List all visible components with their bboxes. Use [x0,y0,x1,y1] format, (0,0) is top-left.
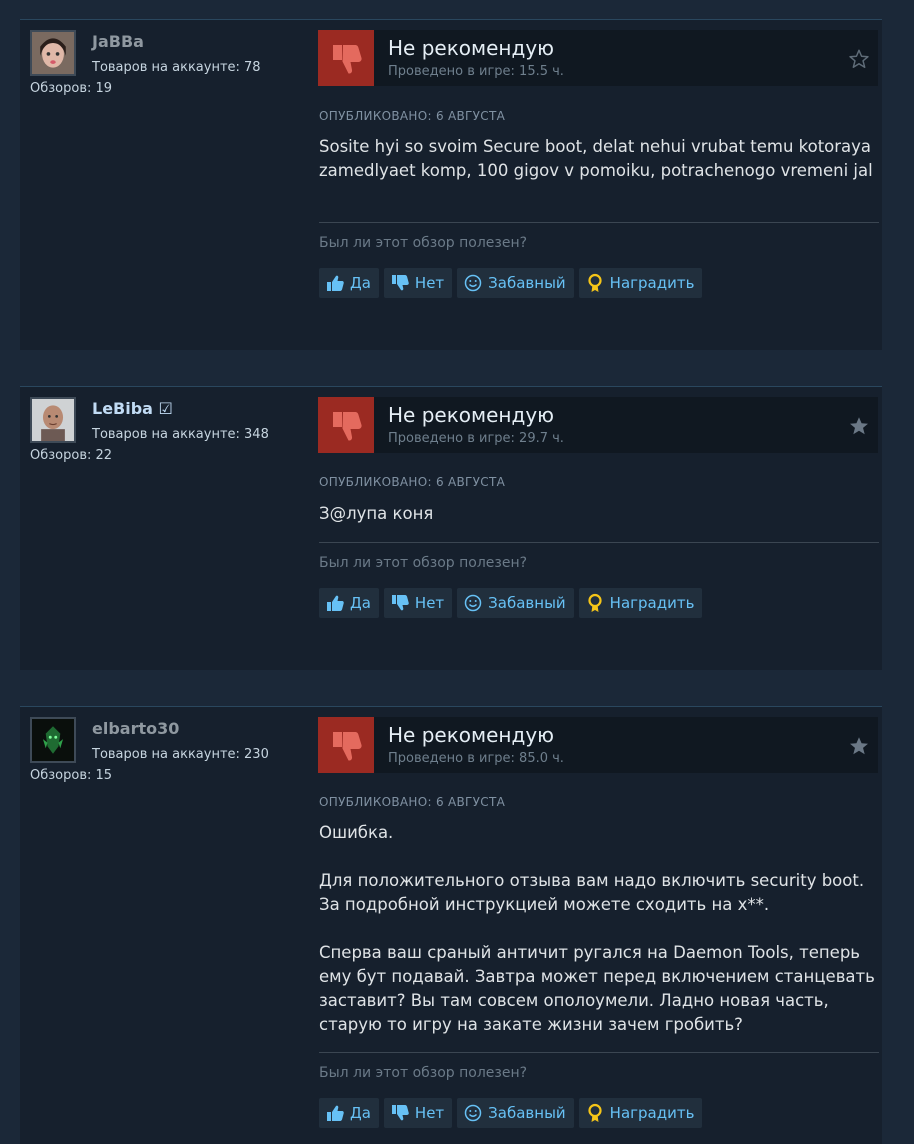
vote-funny-label: Забавный [488,274,566,292]
review-content: Sosite hyi so svoim Secure boot, delat n… [319,135,875,183]
divider [319,222,879,223]
award-medal-icon [588,593,602,612]
posted-date: ОПУБЛИКОВАНО: 6 АВГУСТА [319,475,506,489]
helpful-question: Был ли этот обзор полезен? [319,235,528,251]
review-paragraph: З@лупа коня [319,504,434,523]
award-label: Наградить [609,1104,695,1122]
smiley-icon [464,594,482,612]
thumbs-down-icon [318,397,374,453]
review-card: JaBBa Товаров на аккаунте: 78 Обзоров: 1… [20,19,882,350]
vote-no-button[interactable]: Нет [383,588,453,618]
smiley-icon [464,274,482,292]
vote-header[interactable]: Не рекомендую Проведено в игре: 15.5 ч. [318,30,878,86]
vote-yes-label: Да [350,1104,371,1122]
star-filled-icon[interactable] [848,415,870,437]
reviews-count[interactable]: Обзоров: 22 [30,448,112,463]
verdict-label: Не рекомендую [388,403,554,427]
vote-yes-label: Да [350,594,371,612]
products-count[interactable]: Товаров на аккаунте: 78 [92,60,261,75]
vote-yes-button[interactable]: Да [319,588,379,618]
divider [319,1052,879,1053]
thumbs-up-icon [327,595,344,611]
review-paragraph: Ошибка. [319,823,394,842]
thumbs-down-icon [391,595,409,611]
helpful-question: Был ли этот обзор полезен? [319,555,528,571]
star-outline-icon[interactable] [848,48,870,70]
vote-controls: Да Нет Забавный Наградить [319,268,703,298]
posted-date: ОПУБЛИКОВАНО: 6 АВГУСТА [319,109,506,123]
vote-yes-button[interactable]: Да [319,1098,379,1128]
reviews-count[interactable]: Обзоров: 19 [30,81,112,96]
award-button[interactable]: Наградить [578,268,703,298]
avatar[interactable] [30,397,76,443]
hours-played: Проведено в игре: 85.0 ч. [388,751,564,766]
review-card: LeBiba ☑ Товаров на аккаунте: 348 Обзоро… [20,386,882,670]
verdict-label: Не рекомендую [388,36,554,60]
award-medal-icon [588,1103,602,1122]
vote-funny-button[interactable]: Забавный [457,1098,574,1128]
vote-no-button[interactable]: Нет [383,268,453,298]
verdict-label: Не рекомендую [388,723,554,747]
author-name[interactable]: elbarto30 [92,719,179,738]
award-button[interactable]: Наградить [578,1098,703,1128]
thumbs-down-icon [318,717,374,773]
vote-header[interactable]: Не рекомендую Проведено в игре: 85.0 ч. [318,717,878,773]
products-count[interactable]: Товаров на аккаунте: 230 [92,747,269,762]
posted-date: ОПУБЛИКОВАНО: 6 АВГУСТА [319,795,506,809]
avatar[interactable] [30,717,76,763]
author-name[interactable]: LeBiba ☑ [92,399,173,418]
smiley-icon [464,1104,482,1122]
vote-controls: Да Нет Забавный Наградить [319,588,703,618]
vote-yes-label: Да [350,274,371,292]
star-filled-icon[interactable] [848,735,870,757]
award-medal-icon [588,273,602,292]
vote-header[interactable]: Не рекомендую Проведено в игре: 29.7 ч. [318,397,878,453]
thumbs-down-icon [391,1105,409,1121]
thumbs-down-icon [318,30,374,86]
review-content: З@лупа коня [319,502,875,526]
hours-played: Проведено в игре: 15.5 ч. [388,64,564,79]
thumbs-down-icon [391,275,409,291]
vote-no-label: Нет [414,1104,445,1122]
products-count[interactable]: Товаров на аккаунте: 348 [92,427,269,442]
reviews-count[interactable]: Обзоров: 15 [30,768,112,783]
review-paragraph: Сперва ваш сраный античит ругался на Dae… [319,943,875,1034]
review-paragraph: Sosite hyi so svoim Secure boot, delat n… [319,137,873,180]
thumbs-up-icon [327,275,344,291]
thumbs-up-icon [327,1105,344,1121]
vote-funny-button[interactable]: Забавный [457,588,574,618]
review-card: elbarto30 Товаров на аккаунте: 230 Обзор… [20,706,882,1144]
vote-funny-label: Забавный [488,594,566,612]
award-label: Наградить [609,594,695,612]
vote-no-button[interactable]: Нет [383,1098,453,1128]
hours-played: Проведено в игре: 29.7 ч. [388,431,564,446]
vote-controls: Да Нет Забавный Наградить [319,1098,703,1128]
divider [319,542,879,543]
award-label: Наградить [609,274,695,292]
vote-no-label: Нет [414,594,445,612]
avatar[interactable] [30,30,76,76]
vote-funny-button[interactable]: Забавный [457,268,574,298]
vote-no-label: Нет [414,274,445,292]
helpful-question: Был ли этот обзор полезен? [319,1065,528,1081]
review-paragraph: Для положительного отзыва вам надо включ… [319,871,865,914]
author-name[interactable]: JaBBa [92,32,144,51]
vote-yes-button[interactable]: Да [319,268,379,298]
vote-funny-label: Забавный [488,1104,566,1122]
review-content: Ошибка. Для положительного отзыва вам на… [319,821,875,1037]
award-button[interactable]: Наградить [578,588,703,618]
